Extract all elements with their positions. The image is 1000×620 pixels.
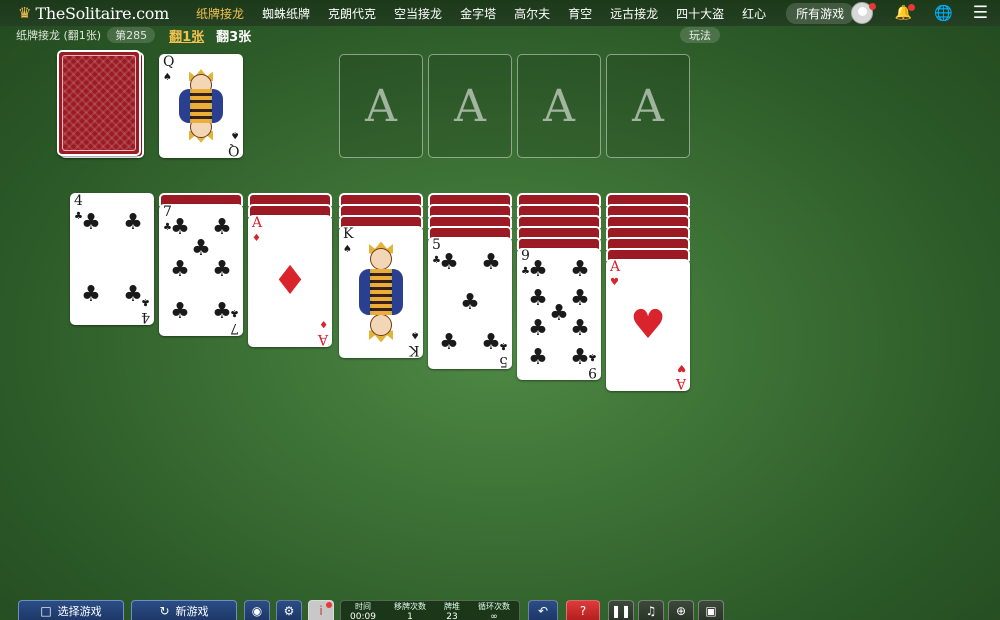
- suit-pip: ♥: [630, 302, 666, 348]
- foundation-slot[interactable]: A: [606, 54, 690, 158]
- cards-icon: □: [40, 603, 52, 618]
- new-game-button[interactable]: ↻ 新游戏: [131, 600, 237, 620]
- suit-pip: ♣: [528, 315, 548, 341]
- game-name: 纸牌接龙 (翻1张): [16, 29, 102, 42]
- theme-icon[interactable]: ◉: [244, 600, 270, 620]
- queen-face-art: [173, 68, 229, 144]
- tableau-card[interactable]: A ♥ ♥ A ♥: [606, 259, 690, 391]
- info-icon[interactable]: i: [308, 600, 334, 620]
- suit-pip: ♣: [191, 236, 211, 262]
- suit-pip: ♣: [170, 215, 190, 241]
- rules-button[interactable]: 玩法: [680, 27, 720, 43]
- nav-item[interactable]: 纸牌接龙: [196, 5, 244, 22]
- nav-item[interactable]: 红心: [742, 5, 766, 22]
- stock-stat: 牌堆 23: [443, 602, 460, 620]
- suit-pip: ♣: [528, 286, 548, 312]
- refresh-icon: ↻: [159, 603, 170, 618]
- logo-text: TheSolitaire.com: [35, 3, 169, 23]
- nav-item[interactable]: 空当接龙: [394, 5, 442, 22]
- suit-pip: ♣: [170, 298, 190, 324]
- game-number: 第285: [107, 27, 156, 43]
- avatar-notification-dot: [868, 3, 876, 10]
- suit-pip: ♣: [212, 257, 232, 282]
- suit-pip: ♣: [170, 257, 190, 282]
- draw-three-option[interactable]: 翻3张: [216, 26, 251, 45]
- suit-pip: ♣: [81, 282, 101, 308]
- tableau-card[interactable]: 5 ♣ ♣ ♣ ♣ ♣ ♣ 5 ♣: [428, 237, 512, 369]
- suit-pip: ♣: [81, 209, 101, 235]
- game-info-bar: 纸牌接龙 (翻1张) 第285 翻1张 翻3张: [16, 26, 263, 45]
- foundation-slot[interactable]: A: [339, 54, 423, 158]
- suit-pip: ♣: [460, 290, 480, 315]
- suit-pip: ♣: [439, 250, 459, 276]
- foundation-slot[interactable]: A: [428, 54, 512, 158]
- bell-notification-dot: [908, 4, 916, 11]
- select-game-button[interactable]: □ 选择游戏: [18, 600, 124, 620]
- suit-pip: ♣: [549, 301, 569, 326]
- nav-item[interactable]: 四十大盗: [676, 5, 724, 22]
- tableau-card[interactable]: A ♦ ♦ A ♦: [248, 215, 332, 347]
- gear-icon[interactable]: ⚙: [276, 600, 302, 620]
- foundation-slot[interactable]: A: [517, 54, 601, 158]
- stock-pile[interactable]: [57, 50, 141, 156]
- suit-pip: ♣: [528, 257, 548, 283]
- suit-pip: ♣: [570, 315, 590, 341]
- undo-icon[interactable]: ↶: [528, 600, 558, 620]
- nav-item[interactable]: 高尔夫: [514, 5, 550, 22]
- suit-pip: ♣: [123, 282, 143, 308]
- moves-stat: 移牌次数 1: [393, 602, 426, 620]
- suit-pip: ♣: [439, 329, 459, 355]
- nav-item[interactable]: 克朗代克: [328, 5, 376, 22]
- game-nav: 纸牌接龙 蜘蛛纸牌 克朗代克 空当接龙 金字塔 高尔夫 育空 远古接龙 四十大盗 红心: [196, 5, 784, 22]
- bottom-toolbar: □ 选择游戏 ↻ 新游戏 ◉ ⚙ i 时间 00:09 移牌次数 1 牌堆 23 循环次数…: [0, 598, 1000, 620]
- crown-icon: ♛: [18, 4, 32, 22]
- card-rank-bottom: Q ♠: [227, 129, 239, 158]
- time-stat: 时间 00:09: [350, 602, 376, 620]
- suit-pip: ♣: [528, 344, 548, 370]
- suit-pip: ♣: [212, 215, 232, 241]
- suit-pip: ♣: [570, 344, 590, 370]
- top-navbar: ♛ TheSolitaire.com 纸牌接龙 蜘蛛纸牌 克朗代克 空当接龙 金字塔 高尔…: [0, 0, 1000, 26]
- tableau-card[interactable]: 4 ♣ ♣ ♣ ♣ ♣ 4 ♣: [70, 193, 154, 325]
- nav-item[interactable]: 远古接龙: [610, 5, 658, 22]
- hamburger-menu-icon[interactable]: ☰: [973, 3, 988, 23]
- all-games-button[interactable]: 所有游戏: [786, 2, 855, 24]
- suit-pip: ♣: [570, 257, 590, 283]
- waste-pile-card[interactable]: Q ♠ Q ♠: [159, 54, 243, 158]
- bell-icon[interactable]: 🔔: [895, 4, 916, 21]
- hint-icon[interactable]: ?: [566, 600, 600, 620]
- globe-icon[interactable]: 🌐: [934, 4, 953, 22]
- pause-icon[interactable]: ❚❚: [608, 600, 634, 620]
- nav-item[interactable]: 育空: [568, 5, 592, 22]
- cycles-stat: 循环次数 ∞: [477, 602, 510, 620]
- fullscreen-icon[interactable]: ▣: [698, 600, 724, 620]
- tableau-card[interactable]: K ♠ K ♠: [339, 226, 423, 358]
- suit-pip: ♣: [481, 329, 501, 355]
- king-face-art: [353, 240, 409, 344]
- suit-pip: ♣: [481, 250, 501, 276]
- nav-item[interactable]: 蜘蛛纸牌: [262, 5, 310, 22]
- suit-pip: ♣: [570, 286, 590, 312]
- site-logo[interactable]: ♛ TheSolitaire.com: [18, 4, 188, 23]
- suit-pip: ♣: [123, 209, 143, 235]
- nav-item[interactable]: 金字塔: [460, 5, 496, 22]
- suit-pip: ♣: [212, 298, 232, 324]
- game-stats: 时间 00:09 移牌次数 1 牌堆 23 循环次数 ∞: [340, 600, 520, 620]
- draw-one-option[interactable]: 翻1张: [169, 26, 204, 45]
- zoom-icon[interactable]: ⊕: [668, 600, 694, 620]
- tableau-card[interactable]: 7 ♣ ♣ ♣ ♣ ♣ ♣ ♣ ♣ 7 ♣: [159, 204, 243, 336]
- tableau-card[interactable]: 9 ♣ ♣ ♣ ♣ ♣ ♣ ♣ ♣ ♣ ♣ 9 ♣: [517, 248, 601, 380]
- suit-pip: ♦: [272, 258, 308, 304]
- music-icon[interactable]: ♫: [638, 600, 664, 620]
